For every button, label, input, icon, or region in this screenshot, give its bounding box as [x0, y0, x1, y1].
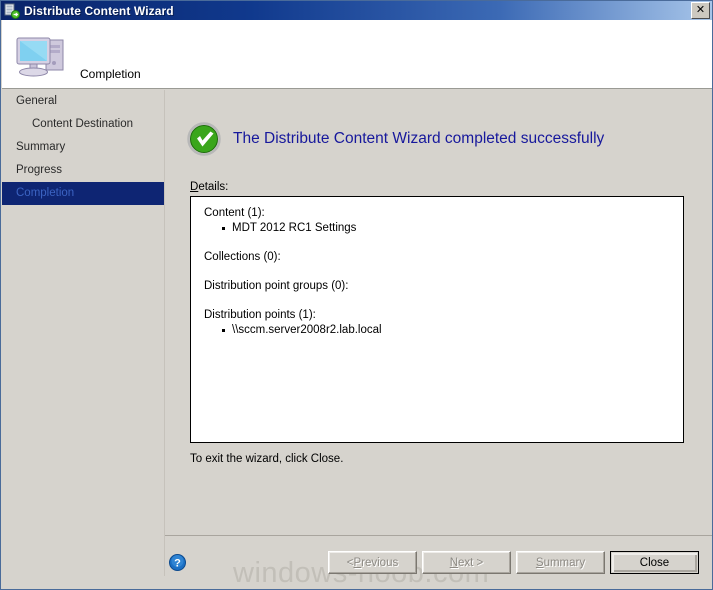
success-banner: The Distribute Content Wizard completed … — [187, 122, 604, 156]
window-title: Distribute Content Wizard — [24, 3, 174, 18]
close-icon[interactable]: ✕ — [691, 2, 710, 19]
details-heading: Content (1): — [204, 207, 265, 219]
close-button-label: Close — [639, 556, 670, 569]
sidebar-item-summary[interactable]: Summary — [2, 136, 164, 159]
success-message: The Distribute Content Wizard completed … — [233, 130, 605, 147]
computer-monitor-icon — [13, 32, 71, 80]
sidebar-item-progress[interactable]: Progress — [2, 159, 164, 182]
next-button-label: ext > — [458, 556, 484, 569]
next-button[interactable]: Next > — [422, 551, 511, 574]
details-label-rest: etails: — [198, 181, 229, 193]
content-pane: The Distribute Content Wizard completed … — [165, 90, 712, 576]
details-heading: Distribution point groups (0): — [204, 280, 349, 292]
sidebar-item-completion[interactable]: Completion — [2, 182, 164, 205]
summary-button[interactable]: Summary — [516, 551, 605, 574]
wizard-button-bar: < Previous Next > Summary Close — [328, 551, 699, 574]
details-heading: Distribution points (1): — [204, 309, 316, 321]
exit-instruction: To exit the wizard, click Close. — [190, 453, 344, 465]
details-heading: Collections (0): — [204, 251, 281, 263]
distribute-content-wizard-window: Distribute Content Wizard ✕ Completion G… — [0, 0, 713, 590]
previous-button-label: revious — [361, 556, 399, 569]
previous-button-prefix: < — [346, 556, 354, 569]
details-group-collections: Collections (0): — [204, 250, 683, 265]
page-title: Completion — [80, 67, 141, 81]
details-group-content: Content (1): MDT 2012 RC1 Settings — [204, 206, 683, 236]
sidebar-item-content-destination[interactable]: Content Destination — [2, 113, 164, 136]
summary-button-accel: S — [535, 556, 544, 569]
wizard-step-list: General Content Destination Summary Prog… — [2, 90, 164, 576]
title-bar: Distribute Content Wizard ✕ — [1, 1, 712, 20]
list-item: MDT 2012 RC1 Settings — [222, 221, 683, 236]
details-item-list: MDT 2012 RC1 Settings — [204, 221, 683, 236]
details-group-dp-groups: Distribution point groups (0): — [204, 279, 683, 294]
details-group-distribution-points: Distribution points (1): \\sccm.server20… — [204, 308, 683, 338]
summary-button-label: ummary — [543, 556, 586, 569]
previous-button[interactable]: < Previous — [328, 551, 417, 574]
wizard-banner: Completion — [2, 20, 712, 89]
next-button-accel: N — [449, 556, 459, 569]
sidebar-item-general[interactable]: General — [2, 90, 164, 113]
server-distribute-icon — [4, 3, 20, 19]
details-item-list: \\sccm.server2008r2.lab.local — [204, 323, 683, 338]
help-question-icon[interactable]: ? — [169, 554, 186, 571]
success-check-icon — [187, 122, 221, 156]
close-button[interactable]: Close — [610, 551, 699, 574]
footer-divider — [165, 535, 712, 536]
previous-button-accel: P — [353, 556, 362, 569]
list-item: \\sccm.server2008r2.lab.local — [222, 323, 683, 338]
svg-text:?: ? — [174, 558, 181, 570]
details-box[interactable]: Content (1): MDT 2012 RC1 Settings Colle… — [190, 196, 684, 443]
details-label: Details: — [190, 181, 228, 193]
